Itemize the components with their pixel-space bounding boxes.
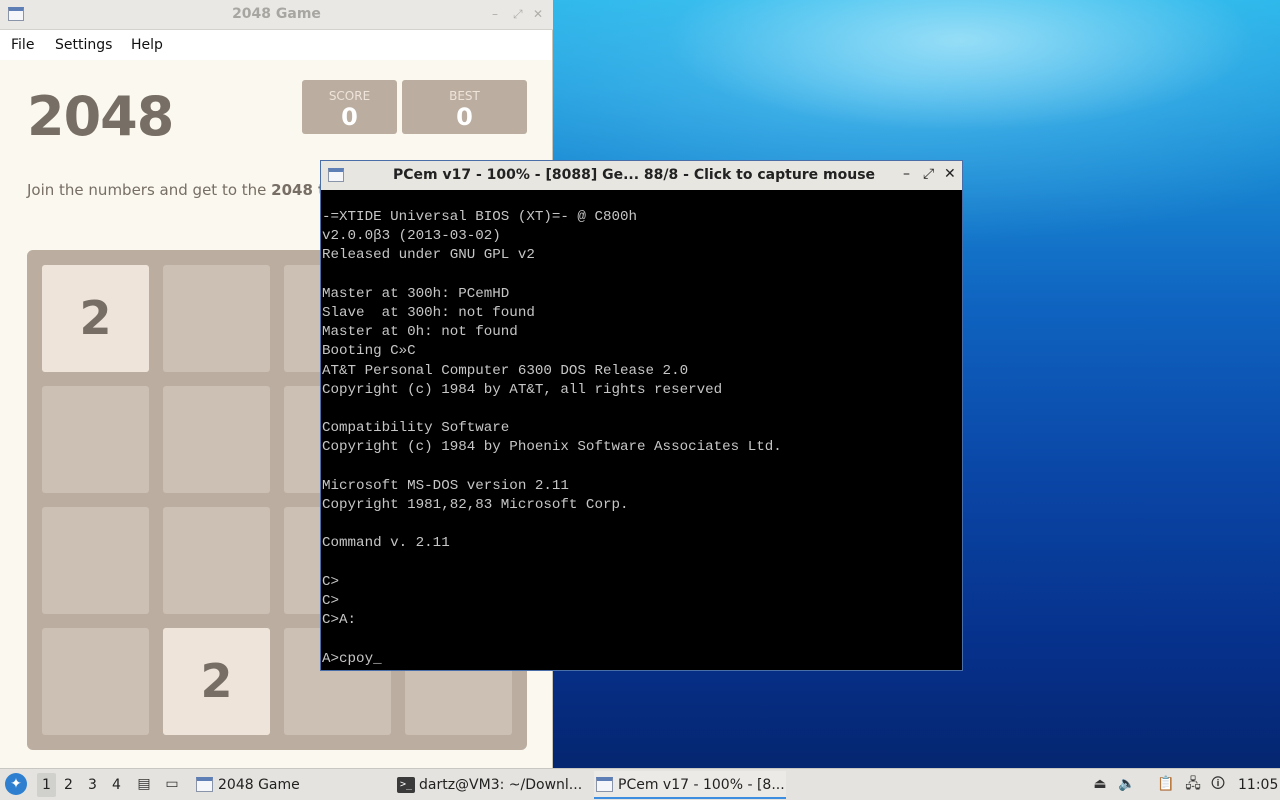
eject-icon[interactable]: ⏏ [1091,775,1109,793]
workspace-1[interactable]: 1 [37,773,56,797]
score-value: 0 [341,103,358,131]
console-line: Copyright 1981,82,83 Microsoft Corp. [322,497,629,514]
task-terminal[interactable]: >_ dartz@VM3: ~/Downl... [395,771,585,799]
window-icon [328,168,344,182]
console-line: AT&T Personal Computer 6300 DOS Release … [322,362,689,379]
notification-icon[interactable]: 🛈 [1209,775,1227,793]
close-icon[interactable]: ✕ [533,7,543,21]
volume-icon[interactable]: 🔈 [1118,775,1136,793]
pcem-window-title: PCem v17 - 100% - [8088] Ge... 88/8 - Cl… [393,167,876,183]
task-pcem[interactable]: PCem v17 - 100% - [8... [594,771,786,799]
best-value: 0 [456,103,473,131]
console-line: C> [322,573,340,590]
close-icon[interactable]: ✕ [944,166,956,182]
console-line: C>A: [322,612,357,629]
workspace-2[interactable]: 2 [64,777,73,800]
task-label: 2048 Game [218,777,300,793]
minimize-icon[interactable]: – [492,7,498,21]
grid-cell [163,386,270,493]
pcem-window[interactable]: PCem v17 - 100% - [8088] Ge... 88/8 - Cl… [320,160,963,671]
console-line: Booting C»C [322,343,416,360]
taskbar: ✦ 1 2 3 4 ▤ ▭ 2048 Game >_ dartz@VM3: ~/… [0,768,1280,800]
emulator-console[interactable]: -=XTIDE Universal BIOS (XT)=- @ C800h v2.… [322,208,961,668]
tile-2: 2 [163,628,270,735]
clock: 11:05 [1238,777,1279,793]
menu-settings[interactable]: Settings [55,37,112,53]
maximize-icon[interactable]: ⤢ [923,166,934,182]
menu-file[interactable]: File [11,37,34,53]
grid-cell [163,265,270,372]
console-line: Copyright (c) 1984 by AT&T, all rights r… [322,381,723,398]
console-line: v2.0.0β3 (2013-03-02) [322,228,501,245]
console-line: Slave at 300h: not found [322,305,535,322]
task-label: dartz@VM3: ~/Downl... [419,777,583,793]
game-heading: 2048 [27,85,174,148]
maximize-icon[interactable]: ⤢ [513,7,523,22]
start-menu-icon[interactable]: ✦ [5,773,27,795]
console-line: Master at 0h: not found [322,324,518,341]
console-line: A>cpoy_ [322,650,382,667]
workspace-3[interactable]: 3 [88,777,97,800]
terminal-icon: >_ [397,777,415,793]
game-window-title: 2048 Game [232,6,321,22]
tile-2: 2 [42,265,149,372]
best-box: BEST 0 [402,80,527,134]
console-line: Released under GNU GPL v2 [322,247,535,264]
menu-help[interactable]: Help [131,37,163,53]
grid-cell [163,507,270,614]
file-manager-icon[interactable]: ▤ [135,775,153,793]
task-2048-game[interactable]: 2048 Game [194,771,384,799]
console-line: Compatibility Software [322,420,510,437]
workspace-4[interactable]: 4 [112,777,121,800]
console-line: -=XTIDE Universal BIOS (XT)=- @ C800h [322,209,638,225]
menu-bar: File Settings Help [0,30,552,60]
console-line: Microsoft MS-DOS version 2.11 [322,477,569,494]
task-label: PCem v17 - 100% - [8... [618,777,785,793]
network-icon[interactable]: 🖧 [1184,775,1202,793]
intro-plain: Join the numbers and get to the [27,181,272,199]
grid-cell [42,386,149,493]
best-label: BEST [449,89,480,103]
window-icon [596,777,613,792]
pcem-titlebar[interactable]: PCem v17 - 100% - [8088] Ge... 88/8 - Cl… [321,161,962,190]
clipboard-icon[interactable]: 📋 [1157,775,1175,793]
console-line: C> [322,593,340,610]
console-line: Copyright (c) 1984 by Phoenix Software A… [322,439,782,456]
score-box: SCORE 0 [302,80,397,134]
score-label: SCORE [328,89,371,103]
show-desktop-icon[interactable]: ▭ [163,775,181,793]
console-line: Command v. 2.11 [322,535,450,552]
window-icon [196,777,213,792]
grid-cell [42,507,149,614]
minimize-icon[interactable]: – [903,166,910,182]
grid-cell [42,628,149,735]
intro-text: Join the numbers and get to the 2048 til… [27,181,346,199]
console-line: Master at 300h: PCemHD [322,285,510,302]
game-window-titlebar[interactable]: 2048 Game – ⤢ ✕ [0,0,553,30]
